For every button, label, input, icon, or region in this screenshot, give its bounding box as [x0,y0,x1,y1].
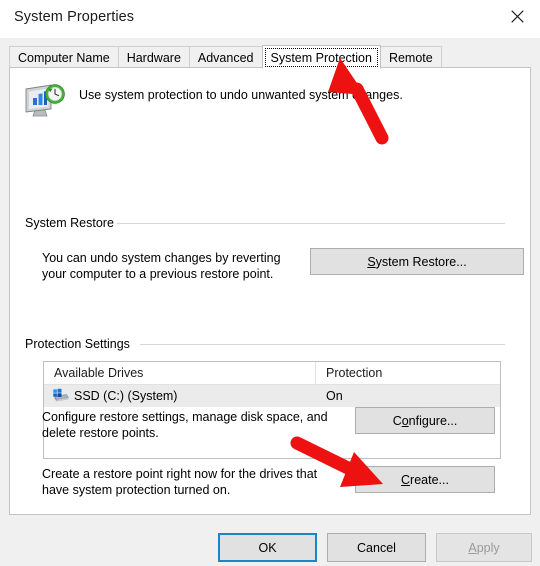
title-bar: System Properties [0,0,540,38]
tab-label: Computer Name [18,51,110,65]
tab-label: Hardware [126,51,181,65]
tab-remote[interactable]: Remote [379,46,442,68]
drive-protection-cell: On [326,389,343,403]
tab-hardware[interactable]: Hardware [117,46,190,68]
table-row[interactable]: SSD (C:) (System) On [44,385,500,407]
configure-description-line2: delete restore points. [42,426,159,440]
configure-button[interactable]: Configure... [355,407,495,434]
create-button-accesskey: C [401,472,411,487]
tab-content-panel: Use system protection to undo unwanted s… [9,67,531,515]
group-rule-protection-settings [140,344,505,345]
apply-button-accesskey: A [468,540,477,555]
create-button-label: reate... [410,472,449,487]
system-drive-icon [52,388,70,404]
create-description: Create a restore point right now for the… [42,466,362,498]
system-restore-description: You can undo system changes by reverting… [42,250,312,282]
ok-button[interactable]: OK [218,533,317,562]
tab-label: System Protection [270,51,372,65]
group-label-system-restore: System Restore [25,216,121,230]
column-header-protection[interactable]: Protection [316,362,500,384]
tab-advanced[interactable]: Advanced [188,46,263,68]
cancel-button[interactable]: Cancel [327,533,426,562]
create-description-line2: have system protection turned on. [42,483,231,497]
configure-button-prefix: C [392,413,402,428]
dialog-footer: OK Cancel Apply [0,515,540,566]
system-protection-icon [23,81,69,121]
system-restore-button-label: ystem Restore... [375,254,467,269]
tab-label: Advanced [197,51,254,65]
tab-system-protection[interactable]: System Protection [261,45,381,69]
create-description-line1: Create a restore point right now for the… [42,467,318,481]
system-restore-button[interactable]: System Restore... [310,248,524,275]
drive-name-cell: SSD (C:) (System) [74,389,178,403]
listview-header: Available Drives Protection [44,362,500,385]
tab-computer-name[interactable]: Computer Name [9,46,119,68]
apply-button-label: pply [476,540,500,555]
close-icon[interactable] [495,0,540,32]
apply-button: Apply [436,533,532,562]
configure-description-line1: Configure restore settings, manage disk … [42,410,328,424]
system-restore-description-line1: You can undo system changes by reverting [42,251,281,265]
column-header-available-drives[interactable]: Available Drives [44,362,316,384]
system-properties-window: System Properties Computer Name Hardware… [0,0,540,566]
ok-button-label: OK [258,540,277,555]
tab-strip: Computer Name Hardware Advanced System P… [0,38,540,69]
window-title: System Properties [14,9,135,25]
system-restore-description-line2: your computer to a previous restore poin… [42,267,274,281]
cancel-button-label: Cancel [357,540,396,555]
create-button[interactable]: Create... [355,466,495,493]
configure-button-accesskey: o [401,413,409,428]
system-restore-button-accesskey: S [367,254,376,269]
configure-button-label: nfigure... [408,413,458,428]
group-label-protection-settings: Protection Settings [25,337,137,351]
panel-description: Use system protection to undo unwanted s… [79,88,403,102]
tab-label: Remote [388,51,433,65]
tab-list: Computer Name Hardware Advanced System P… [9,44,442,69]
group-rule-system-restore [117,223,505,224]
configure-description: Configure restore settings, manage disk … [42,409,357,441]
